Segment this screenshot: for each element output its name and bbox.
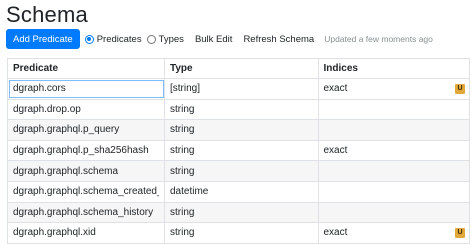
cell-type[interactable]: string [164, 119, 319, 141]
status-text: Updated a few moments ago [324, 34, 433, 44]
cell-predicate[interactable]: dgraph.cors [7, 78, 165, 100]
column-header-predicate[interactable]: Predicate [7, 58, 165, 79]
cell-indices[interactable]: exact U [317, 222, 470, 244]
toolbar: Add Predicate Predicates Types Bulk Edit… [6, 28, 433, 50]
radio-types-indicator[interactable] [146, 34, 156, 44]
upsert-badge: U [455, 84, 465, 94]
table-row[interactable]: dgraph.graphql.xid string exact U [7, 222, 470, 244]
cell-indices[interactable] [317, 98, 470, 121]
schema-table: Predicate Type Indices dgraph.cors [stri… [7, 58, 470, 244]
predicate-text: dgraph.graphql.schema_history [13, 206, 154, 218]
cell-indices[interactable] [317, 160, 470, 182]
cell-type[interactable]: datetime [164, 180, 319, 203]
predicate-text: dgraph.drop.op [13, 103, 81, 115]
radio-predicates[interactable]: Predicates [84, 33, 142, 45]
radio-predicates-label: Predicates [96, 33, 142, 45]
cell-type[interactable]: string [164, 98, 319, 121]
cell-predicate[interactable]: dgraph.graphql.schema [7, 160, 165, 182]
cell-type[interactable]: [string] [164, 78, 319, 100]
predicate-text: dgraph.cors [13, 83, 66, 95]
predicate-text: dgraph.graphql.p_query [13, 124, 120, 136]
cell-predicate[interactable]: dgraph.graphql.p_sha256hash [7, 139, 165, 162]
cell-indices[interactable] [317, 180, 470, 203]
table-header-row: Predicate Type Indices [7, 58, 470, 79]
predicate-text: dgraph.graphql.schema_created_a [13, 186, 159, 198]
bulk-edit-button[interactable]: Bulk Edit [195, 34, 233, 45]
table-row[interactable]: dgraph.drop.op string [7, 98, 470, 121]
refresh-schema-button[interactable]: Refresh Schema [243, 34, 314, 45]
radio-types-label: Types [158, 33, 184, 45]
cell-predicate[interactable]: dgraph.drop.op [7, 98, 165, 121]
cell-type[interactable]: string [164, 222, 319, 244]
indices-text: exact [323, 83, 348, 95]
page-title: Schema [6, 2, 88, 27]
column-header-type[interactable]: Type [164, 58, 319, 79]
predicate-text: dgraph.graphql.p_sha256hash [13, 145, 149, 157]
table-row[interactable]: dgraph.graphql.schema string [7, 160, 470, 182]
radio-predicates-indicator[interactable] [84, 34, 94, 44]
upsert-badge: U [455, 228, 465, 239]
table-row[interactable]: dgraph.graphql.p_sha256hash string exact [7, 139, 470, 162]
cell-indices[interactable]: exact U [317, 78, 470, 100]
add-predicate-button[interactable]: Add Predicate [6, 29, 80, 49]
cell-predicate[interactable]: dgraph.graphql.schema_created_a [7, 180, 165, 203]
table-row[interactable]: dgraph.graphql.schema_created_a datetime [7, 180, 470, 203]
cell-predicate[interactable]: dgraph.graphql.p_query [7, 119, 165, 141]
column-header-indices[interactable]: Indices [317, 58, 470, 79]
cell-predicate[interactable]: dgraph.graphql.schema_history [7, 201, 165, 224]
cell-type[interactable]: string [164, 139, 319, 162]
cell-predicate[interactable]: dgraph.graphql.xid [7, 222, 165, 244]
schema-page: Schema Add Predicate Predicates Types Bu… [0, 0, 474, 252]
cell-type[interactable]: string [164, 160, 319, 182]
table-row[interactable]: dgraph.graphql.schema_history string [7, 201, 470, 224]
predicate-text: dgraph.graphql.schema [13, 165, 119, 177]
table-row[interactable]: dgraph.cors [string] exact U [7, 78, 470, 100]
table-row[interactable]: dgraph.graphql.p_query string [7, 119, 470, 141]
cell-type[interactable]: string [164, 201, 319, 224]
predicate-text: dgraph.graphql.xid [13, 227, 96, 239]
indices-text: exact [323, 227, 348, 239]
radio-types[interactable]: Types [146, 33, 184, 45]
cell-indices[interactable] [317, 201, 470, 224]
cell-indices[interactable] [317, 119, 470, 141]
cell-indices[interactable]: exact [317, 139, 470, 162]
